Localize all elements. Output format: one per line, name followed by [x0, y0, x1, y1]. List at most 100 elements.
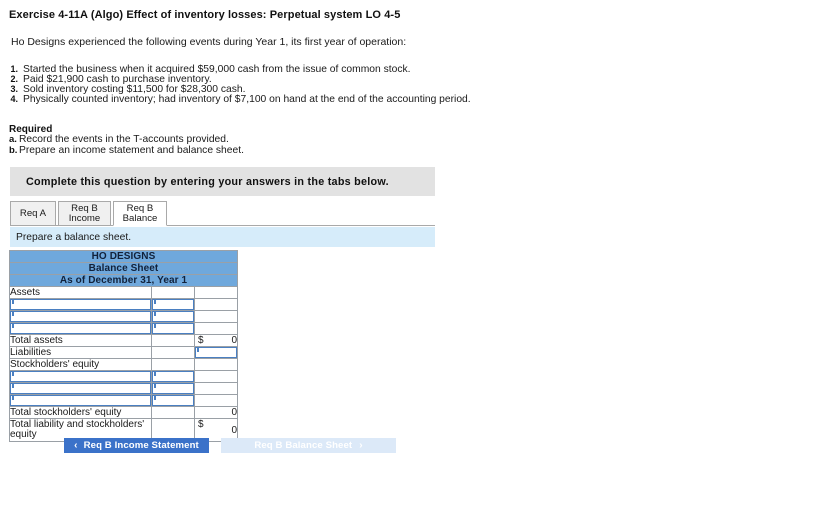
amount-input-b[interactable]: [152, 311, 194, 322]
event-item: 2. Paid $21,900 cash to purchase inventor…: [5, 74, 425, 85]
exercise-title: Exercise 4-11A (Algo) Effect of inventor…: [9, 9, 401, 21]
row-label: Total assets: [9, 334, 152, 347]
balance-sheet-header-text: As of December 31, Year 1: [8, 274, 239, 287]
exercise-intro: Ho Designs experienced the following eve…: [11, 36, 407, 48]
empty-cell-c: [193, 394, 239, 407]
event-number: 4.: [10, 94, 18, 104]
empty-cell-b: [151, 334, 195, 347]
account-name-input-cell[interactable]: [9, 310, 152, 323]
row-label: Stockholders' equity: [9, 358, 152, 371]
tab-req-b-income[interactable]: Req B Income: [58, 201, 111, 226]
event-item: 1. Started the business when it acquired …: [5, 64, 425, 75]
task-instruction-bar: Prepare a balance sheet.: [10, 227, 435, 247]
empty-cell-c: [193, 322, 239, 335]
event-item: 3. Sold inventory costing $11,500 for $28…: [5, 84, 425, 95]
balance-sheet-header-row: Balance Sheet: [8, 262, 239, 275]
amount-input-cell-b[interactable]: [151, 370, 195, 383]
empty-cell-b: [151, 358, 195, 371]
amount-input-b[interactable]: [152, 383, 194, 394]
next-req-b-balance-sheet-button[interactable]: Req B Balance Sheet ›: [221, 438, 396, 453]
tab-label-line2: Balance: [122, 212, 158, 224]
computed-total-cell: 0: [193, 406, 239, 419]
account-name-input-cell[interactable]: [9, 370, 152, 383]
chevron-right-icon: ›: [359, 439, 363, 451]
amount-input-cell-b[interactable]: [151, 298, 195, 311]
empty-cell-b: [151, 406, 195, 419]
account-name-input[interactable]: [10, 371, 151, 382]
empty-cell-c: [193, 298, 239, 311]
currency-symbol: $: [198, 335, 204, 346]
balance-sheet-header-row: As of December 31, Year 1: [8, 274, 239, 287]
balance-sheet-row: Assets: [9, 286, 239, 299]
requirement-letter: a.: [9, 134, 17, 145]
account-name-input[interactable]: [10, 299, 151, 310]
amount-input-cell-c[interactable]: [193, 346, 239, 359]
amount-input-b[interactable]: [152, 323, 194, 334]
tab-strip: Req A Req B Income Req B Balance: [10, 201, 435, 226]
balance-sheet-row: [9, 382, 239, 395]
balance-sheet-header-row: HO DESIGNS: [8, 250, 239, 263]
account-name-input-cell[interactable]: [9, 322, 152, 335]
balance-sheet-row: [9, 298, 239, 311]
event-list: 1. Started the business when it acquired …: [5, 64, 470, 105]
empty-cell-c: [193, 382, 239, 395]
tab-label-line1: Req B: [71, 202, 98, 214]
account-name-input[interactable]: [10, 383, 151, 394]
amount-input-cell-b[interactable]: [151, 310, 195, 323]
amount-input-c[interactable]: [195, 347, 238, 358]
balance-sheet-row: Total assets $0: [9, 334, 239, 347]
amount-input-b[interactable]: [152, 395, 194, 406]
account-name-input[interactable]: [10, 323, 151, 334]
balance-sheet-row: [9, 370, 239, 383]
balance-sheet-row: Liabilities: [9, 346, 239, 359]
requirement-text: Prepare an income statement and balance …: [19, 144, 244, 156]
balance-sheet-row: Total stockholders' equity 0: [9, 406, 239, 419]
row-label: Assets: [9, 286, 152, 299]
account-name-input[interactable]: [10, 395, 151, 406]
requirement-letter: b.: [9, 144, 18, 156]
tab-req-a[interactable]: Req A: [10, 201, 56, 226]
computed-total-value: 0: [231, 424, 238, 436]
event-item: 4. Physically counted inventory; had inve…: [5, 94, 470, 105]
row-label: Liabilities: [9, 346, 152, 359]
currency-symbol: $: [198, 419, 204, 430]
empty-cell-b: [151, 346, 195, 359]
balance-sheet-header-text: Balance Sheet: [8, 262, 239, 275]
tab-label-line1: Req A: [19, 207, 47, 219]
event-text: Physically counted inventory; had invent…: [23, 94, 471, 105]
required-block: Required a. Record the events in the T-ac…: [9, 124, 244, 156]
event-number: 1.: [10, 64, 18, 74]
computed-total-value: 0: [231, 407, 238, 418]
instruction-banner: Complete this question by entering your …: [10, 167, 435, 196]
amount-input-b[interactable]: [152, 299, 194, 310]
balance-sheet-table: HO DESIGNS Balance Sheet As of December 31…: [8, 250, 239, 442]
amount-input-cell-b[interactable]: [151, 382, 195, 395]
empty-cell-c: [193, 310, 239, 323]
amount-input-cell-b[interactable]: [151, 322, 195, 335]
instruction-banner-text: Complete this question by entering your …: [26, 175, 389, 188]
balance-sheet-row: [9, 322, 239, 335]
event-number: 3.: [10, 84, 18, 94]
tab-label-line1: Req B: [126, 202, 154, 214]
prev-button-label: Req B Income Statement: [83, 440, 199, 451]
prev-req-b-income-statement-button[interactable]: ‹ Req B Income Statement: [64, 438, 209, 453]
row-label: Total stockholders' equity: [9, 406, 152, 419]
requirement-text: Record the events in the T-accounts prov…: [19, 134, 229, 145]
account-name-input[interactable]: [10, 311, 151, 322]
requirement-item: a. Record the events in the T-accounts pr…: [9, 134, 244, 146]
account-name-input-cell[interactable]: [9, 394, 152, 407]
computed-total-value: 0: [231, 335, 238, 346]
amount-input-b[interactable]: [152, 371, 194, 382]
empty-cell-c: [193, 358, 239, 371]
chevron-left-icon: ‹: [74, 439, 78, 451]
balance-sheet-row: [9, 310, 239, 323]
amount-input-cell-b[interactable]: [151, 394, 195, 407]
computed-total-cell: $0: [193, 334, 239, 347]
account-name-input-cell[interactable]: [9, 382, 152, 395]
event-number: 2.: [10, 74, 18, 84]
balance-sheet-header-text: HO DESIGNS: [8, 250, 239, 263]
tab-req-b-balance[interactable]: Req B Balance: [113, 201, 167, 226]
account-name-input-cell[interactable]: [9, 298, 152, 311]
empty-cell-c: [193, 286, 239, 299]
balance-sheet-row: [9, 394, 239, 407]
